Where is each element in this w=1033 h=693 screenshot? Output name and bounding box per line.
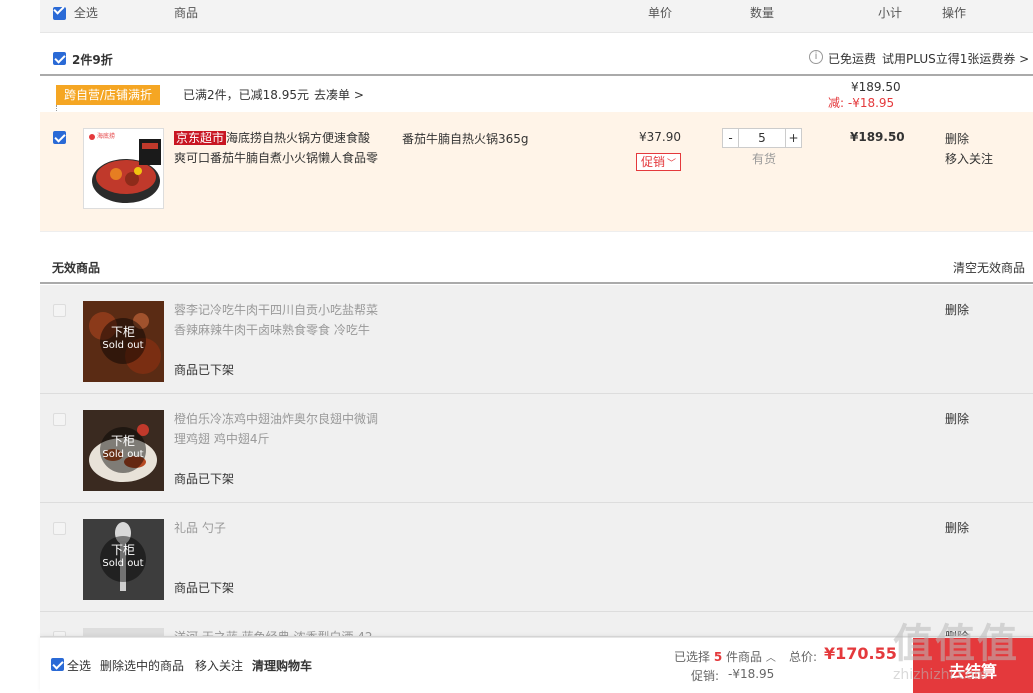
promo-tag: 跨自营/店铺满折 [56, 85, 161, 105]
col-subtotal: 小计 [878, 6, 903, 20]
invalid-item-checkbox [53, 413, 66, 426]
bottom-move-follow-button[interactable]: 移入关注 [195, 657, 243, 674]
invalid-delete-button[interactable]: 删除 [945, 410, 969, 427]
promo-total: ¥189.50 [851, 80, 901, 94]
total-price: ¥170.55 [824, 644, 897, 663]
move-to-follow-button[interactable]: 移入关注 [945, 150, 993, 167]
promo-dropdown-label: 促销 [641, 155, 666, 169]
invalid-item-row: 下柜 Sold out 礼品 勺子 商品已下架 删除 [40, 503, 1033, 612]
hotpot-image [84, 129, 163, 208]
cart-item-row: 海底捞 京东超市 海底捞自热火锅方便速食酸 爽可口番茄牛腩自煮小火锅懒人食品零 番… [40, 112, 1033, 232]
delete-button[interactable]: 删除 [945, 130, 969, 147]
item-spec: 番茄牛腩自热火锅365g [402, 132, 529, 146]
badge-soldout-label: Sold out [102, 558, 144, 569]
selected-count: 5 [713, 650, 723, 664]
watermark-glyph: 值 [893, 621, 933, 667]
invalid-item-title1[interactable]: 橙伯乐冷冻鸡中翅油炸奥尔良翅中微调 [174, 410, 378, 427]
info-icon: i [809, 50, 823, 64]
item-image-logo: 海底捞 [97, 133, 116, 140]
selected-suffix: 件商品 [726, 650, 763, 664]
watermark-glyph: 值 [935, 621, 975, 667]
invalid-item-title1[interactable]: 洋河 天之蓝 蓝色经典 浓香型白酒 42 [174, 628, 373, 636]
invalid-item-title2[interactable]: 香辣麻辣牛肉干卤味熟食零食 冷吃牛 [174, 321, 370, 338]
invalid-item-row: 下柜 Sold out 蓉李记冷吃牛肉干四川自贡小吃盐帮菜 香辣麻辣牛肉干卤味熟… [40, 285, 1033, 394]
chevron-down-icon: ﹀ [667, 159, 677, 169]
promo-value: -¥18.95 [728, 667, 775, 681]
invalid-items-header: 无效商品 清空无效商品 [40, 252, 1033, 284]
item-subtotal: ¥189.50 [850, 130, 905, 144]
clear-invalid-button[interactable]: 清空无效商品 [953, 259, 1025, 276]
chevron-up-icon: ︿ [765, 653, 776, 664]
badge-removed-label: 下柜 [110, 434, 135, 448]
plus-promo-link[interactable]: 试用PLUS立得1张运费券 > [882, 50, 1029, 67]
sold-out-badge: 下柜 Sold out [100, 318, 146, 364]
bottom-select-all-label[interactable]: 全选 [67, 657, 91, 674]
selected-prefix: 已选择 [674, 650, 711, 664]
col-unit-price: 单价 [648, 6, 673, 20]
invalid-item-status: 商品已下架 [174, 581, 235, 595]
jd-supermarket-badge: 京东超市 [174, 131, 227, 145]
invalid-item-status: 商品已下架 [174, 472, 235, 486]
select-all-label[interactable]: 全选 [74, 6, 98, 20]
watermark-url: zhizhizhi.com [893, 667, 988, 683]
invalid-item-image[interactable] [83, 628, 164, 636]
watermark-logo: 值 值 值 zhizhizhi.com [889, 611, 1029, 691]
col-quantity: 数量 [750, 6, 775, 20]
invalid-item-image[interactable]: 下柜 Sold out [83, 410, 164, 491]
delete-selected-button[interactable]: 删除选中的商品 [100, 657, 184, 674]
item-image[interactable]: 海底捞 [83, 128, 164, 209]
invalid-delete-button[interactable]: 删除 [945, 519, 969, 536]
badge-soldout-label: Sold out [102, 449, 144, 460]
promo-text: 已满2件，已减18.95元 [183, 88, 309, 102]
bottom-select-all-checkbox[interactable] [51, 658, 64, 671]
invalid-item-image[interactable]: 下柜 Sold out [83, 519, 164, 600]
quantity-stepper[interactable]: - 5 + [722, 128, 802, 148]
promo-row: 跨自营/店铺满折 已满2件，已减18.95元 去凑单 > ¥189.50 减: … [40, 76, 1033, 145]
item-price: ¥37.90 [639, 130, 681, 144]
invalid-item-checkbox [53, 304, 66, 317]
col-actions: 操作 [942, 6, 967, 20]
badge-removed-label: 下柜 [110, 543, 135, 557]
invalid-item-checkbox [53, 522, 66, 535]
invalid-title: 无效商品 [52, 261, 101, 275]
invalid-item-title1[interactable]: 礼品 勺子 [174, 519, 226, 536]
item-title-text1[interactable]: 海底捞自热火锅方便速食酸 [226, 131, 370, 145]
invalid-item-title2[interactable]: 理鸡翅 鸡中翅4斤 [174, 430, 269, 447]
selected-count-text[interactable]: 已选择 5 件商品 ︿ [674, 648, 776, 665]
select-all-checkbox[interactable] [53, 7, 66, 20]
qty-plus-button[interactable]: + [785, 128, 802, 148]
group-label: 2件9折 [72, 53, 113, 67]
stock-status: 有货 [752, 152, 777, 166]
badge-removed-label: 下柜 [110, 325, 135, 339]
total-label: 总价: [789, 650, 818, 664]
checkout-bar: 全选 删除选中的商品 移入关注 清理购物车 已选择 5 件商品 ︿ 总价: ¥1… [40, 637, 1033, 693]
invalid-item-title1[interactable]: 蓉李记冷吃牛肉干四川自贡小吃盐帮菜 [174, 301, 378, 318]
col-product: 商品 [174, 6, 199, 20]
invalid-item-row: 下柜 Sold out 橙伯乐冷冻鸡中翅油炸奥尔良翅中微调 理鸡翅 鸡中翅4斤 … [40, 394, 1033, 503]
invalid-item-status: 商品已下架 [174, 363, 235, 377]
watermark-glyph: 值 [977, 621, 1017, 667]
promo-discount: 减: -¥18.95 [828, 96, 895, 110]
invalid-delete-button[interactable]: 删除 [945, 301, 969, 318]
clear-cart-button[interactable]: 清理购物车 [252, 657, 312, 674]
group-checkbox[interactable] [53, 52, 66, 65]
item-title-line2[interactable]: 爽可口番茄牛腩自煮小火锅懒人食品零 [174, 148, 378, 168]
promo-group-header: 2件9折 i 已免运费 试用PLUS立得1张运费券 > [40, 44, 1033, 76]
free-shipping-text: 已免运费 [828, 52, 877, 66]
select-all-header[interactable]: 全选 [53, 4, 98, 21]
invalid-item-image[interactable]: 下柜 Sold out [83, 301, 164, 382]
item-title-line1[interactable]: 京东超市 海底捞自热火锅方便速食酸 [174, 128, 370, 148]
item-checkbox[interactable] [53, 131, 66, 144]
invalid-item-row: 洋河 天之蓝 蓝色经典 浓香型白酒 42 删除 [40, 612, 1033, 637]
promo-add-link[interactable]: 去凑单 > [314, 86, 364, 103]
badge-soldout-label: Sold out [102, 340, 144, 351]
qty-input[interactable]: 5 [739, 128, 785, 148]
sold-out-badge: 下柜 Sold out [100, 536, 146, 582]
sold-out-badge: 下柜 Sold out [100, 427, 146, 473]
promo-dropdown-button[interactable]: 促销 ﹀ [636, 153, 682, 171]
promo-label: 促销: [691, 669, 720, 683]
qty-minus-button[interactable]: - [722, 128, 739, 148]
cart-header: 全选 商品 单价 数量 小计 操作 [40, 0, 1033, 33]
